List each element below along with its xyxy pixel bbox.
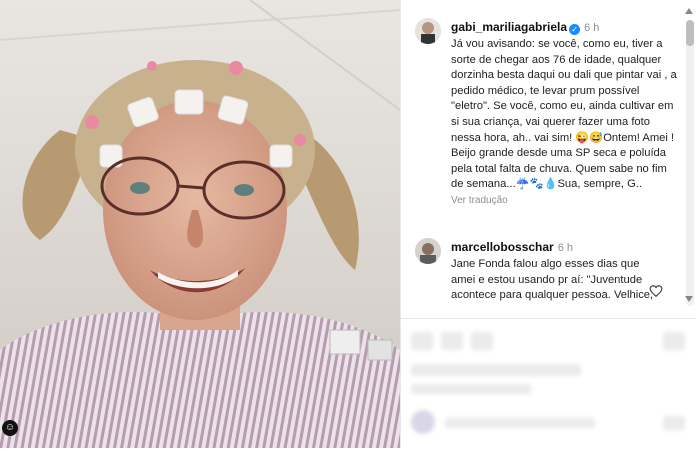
comment-username[interactable]: marcellobosschar [451, 240, 554, 254]
comments-scroll-area[interactable]: gabi_mariliagabriela ✓ 6 h Já vou avisando… [401, 0, 685, 308]
instagram-post-screenshot: ☺ gabi_mariliagabriela✓6 h Já vou avis [0, 0, 696, 464]
post-photo[interactable]: ☺ [0, 0, 400, 448]
caption-username[interactable]: gabi_mariliagabriela [451, 20, 567, 34]
scrollbar-thumb[interactable] [686, 20, 694, 46]
avatar[interactable] [415, 238, 441, 264]
comments-panel: gabi_mariliagabriela ✓ 6 h Já vou avisando… [400, 0, 696, 448]
avatar[interactable] [415, 18, 441, 44]
divider [401, 318, 696, 319]
comment-time[interactable]: 6 h [558, 242, 573, 254]
caption-time[interactable]: 6 h [584, 22, 599, 34]
scroll-down-icon[interactable] [685, 296, 693, 302]
caption-text: Já vou avisando: se você, como eu, tiver… [451, 38, 677, 191]
instagram-corner-icon[interactable]: ☺ [2, 420, 18, 436]
heart-icon[interactable] [649, 284, 663, 298]
comment-text: Jane Fonda falou algo esses dias que ame… [451, 258, 654, 308]
blurred-actions-area [405, 326, 693, 444]
translate-link[interactable]: Ver tradução [451, 195, 679, 206]
scrollbar[interactable] [686, 20, 694, 306]
verified-badge-icon: ✓ [569, 24, 581, 35]
scroll-up-icon[interactable] [685, 8, 693, 14]
